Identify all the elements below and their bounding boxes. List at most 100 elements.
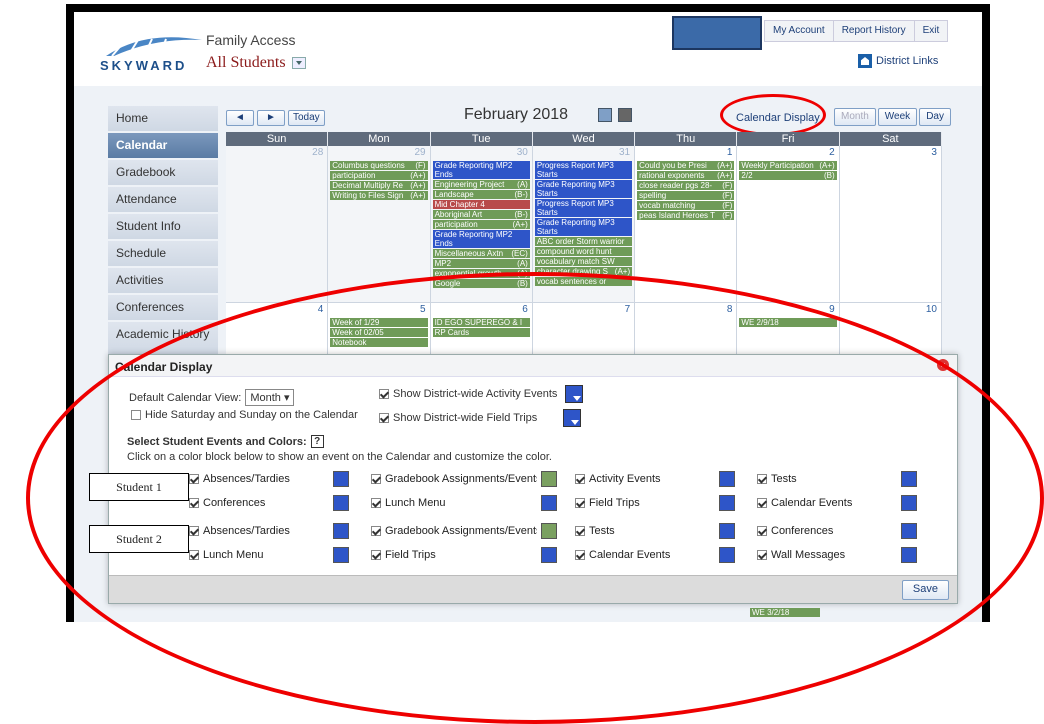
day-number[interactable]: 6 (522, 304, 528, 315)
day-number[interactable]: 8 (727, 304, 733, 315)
color-block[interactable] (333, 547, 349, 563)
color-block[interactable] (901, 471, 917, 487)
day-number[interactable]: 9 (829, 304, 835, 315)
calendar-event[interactable]: Miscellaneous Axtn (EC) (432, 249, 530, 258)
event-checkbox[interactable] (757, 474, 767, 484)
sidebar-item-activities[interactable]: Activities (108, 268, 218, 294)
close-icon[interactable]: × (937, 359, 949, 371)
hide-weekend-checkbox[interactable] (131, 410, 141, 420)
view-day-button[interactable]: Day (919, 108, 951, 126)
default-view-select[interactable]: Month ▾ (245, 389, 295, 406)
color-block[interactable] (901, 547, 917, 563)
calendar-event[interactable]: Grade Reporting MP3 Starts (534, 218, 633, 236)
next-month-button[interactable]: ► (257, 110, 285, 126)
color-block[interactable] (901, 523, 917, 539)
calendar-event[interactable]: Progress Report MP3 Starts (534, 199, 633, 217)
day-number[interactable]: 29 (414, 147, 425, 158)
event-checkbox[interactable] (371, 526, 381, 536)
color-block[interactable] (541, 523, 557, 539)
color-block[interactable] (541, 471, 557, 487)
district-links[interactable]: District Links (858, 54, 938, 68)
sidebar-item-academic-history[interactable]: Academic History (108, 322, 218, 358)
calendar-event[interactable]: ID EGO SUPEREGO & I (432, 318, 530, 327)
calendar-event[interactable]: RP Cards (432, 328, 530, 337)
calendar-event[interactable]: Week of 1/29 (330, 318, 428, 327)
color-block[interactable] (719, 547, 735, 563)
calendar-event[interactable]: character drawing S (A+) (534, 267, 633, 276)
event-checkbox[interactable] (371, 474, 381, 484)
calendar-event[interactable]: Google (B) (432, 279, 530, 288)
event-checkbox[interactable] (371, 498, 381, 508)
calendar-event[interactable]: participation (A+) (330, 171, 428, 180)
calendar-event[interactable]: Weekly Participation (A+) (739, 161, 837, 170)
calendar-event[interactable]: close reader pgs 28- (F) (637, 181, 735, 190)
calendar-event[interactable]: 2/2 (B) (739, 171, 837, 180)
calendar-event[interactable]: participation (A+) (432, 220, 530, 229)
color-block[interactable] (719, 523, 735, 539)
color-block[interactable] (333, 523, 349, 539)
calendar-event[interactable]: compound word hunt (534, 247, 633, 256)
sidebar-item-calendar[interactable]: Calendar (108, 133, 218, 159)
event-checkbox[interactable] (757, 550, 767, 560)
day-number[interactable]: 31 (619, 147, 630, 158)
calendar-event[interactable]: Grade Reporting MP2 Ends (432, 230, 530, 248)
event-checkbox[interactable] (371, 550, 381, 560)
district-activity-color[interactable] (565, 385, 584, 403)
sidebar-item-schedule[interactable]: Schedule (108, 241, 218, 267)
color-block[interactable] (333, 495, 349, 511)
calendar-day[interactable]: 29 Columbus questions (F) participation (A+)… (328, 146, 431, 302)
view-month-button[interactable]: Month (834, 108, 876, 126)
event-checkbox[interactable] (189, 498, 199, 508)
calendar-picker-icon[interactable] (598, 108, 612, 122)
color-block[interactable] (541, 495, 557, 511)
event-checkbox[interactable] (575, 526, 585, 536)
event-checkbox[interactable] (575, 550, 585, 560)
day-number[interactable]: 10 (926, 304, 937, 315)
day-number[interactable]: 2 (829, 147, 835, 158)
calendar-event[interactable]: Notebook (330, 338, 428, 347)
event-checkbox[interactable] (757, 526, 767, 536)
calendar-day[interactable]: 28 (226, 146, 329, 302)
calendar-event[interactable]: WE 2/9/18 (739, 318, 837, 327)
today-button[interactable]: Today (288, 110, 325, 126)
day-number[interactable]: 30 (517, 147, 528, 158)
calendar-event[interactable]: Aboriginal Art (B-) (432, 210, 530, 219)
calendar-event[interactable]: MP2 (A) (432, 259, 530, 268)
sidebar-item-student-info[interactable]: Student Info (108, 214, 218, 240)
event-checkbox[interactable] (757, 498, 767, 508)
day-number[interactable]: 1 (727, 147, 733, 158)
day-number[interactable]: 5 (420, 304, 426, 315)
calendar-event[interactable]: vocab matching (F) (637, 201, 735, 210)
calendar-event[interactable]: Could you be Presi (A+) (637, 161, 735, 170)
event-checkbox[interactable] (575, 474, 585, 484)
calendar-event[interactable]: exponential growth (A) (432, 269, 530, 278)
calendar-event[interactable]: vocab sentences or (534, 277, 633, 286)
calendar-event[interactable]: rational exponents (A+) (637, 171, 735, 180)
report-history-link[interactable]: Report History (834, 21, 915, 41)
event-checkbox[interactable] (189, 550, 199, 560)
sidebar-item-gradebook[interactable]: Gradebook (108, 160, 218, 186)
color-block[interactable] (719, 495, 735, 511)
calendar-day[interactable]: 1 Could you be Presi (A+) rational exponent… (635, 146, 738, 302)
print-icon[interactable] (618, 108, 632, 122)
event-checkbox[interactable] (575, 498, 585, 508)
calendar-event[interactable]: Grade Reporting MP3 Starts (534, 180, 633, 198)
calendar-event[interactable]: vocabulary match SW (534, 257, 633, 266)
calendar-day[interactable]: 31 Progress Report MP3 Starts Grade Report… (532, 146, 636, 302)
calendar-event[interactable]: Decimal Multiply Re (A+) (330, 181, 428, 190)
color-block[interactable] (333, 471, 349, 487)
sidebar-item-conferences[interactable]: Conferences (108, 295, 218, 321)
calendar-day[interactable]: 3 (839, 146, 942, 302)
calendar-event[interactable]: Engineering Project (A) (432, 180, 530, 189)
color-block[interactable] (541, 547, 557, 563)
calendar-event[interactable]: spelling (F) (637, 191, 735, 200)
calendar-event[interactable]: ABC order Storm warrior (534, 237, 633, 246)
calendar-event[interactable]: Mid Chapter 4 (432, 200, 530, 209)
my-account-link[interactable]: My Account (765, 21, 834, 41)
calendar-event[interactable]: Writing to Files Sign (A+) (330, 191, 428, 200)
calendar-day[interactable]: 2 Weekly Participation (A+) 2/2 (B) (737, 146, 840, 302)
view-week-button[interactable]: Week (877, 108, 918, 126)
color-block[interactable] (719, 471, 735, 487)
day-number[interactable]: 4 (318, 304, 324, 315)
calendar-event[interactable]: Grade Reporting MP2 Ends (432, 161, 530, 179)
